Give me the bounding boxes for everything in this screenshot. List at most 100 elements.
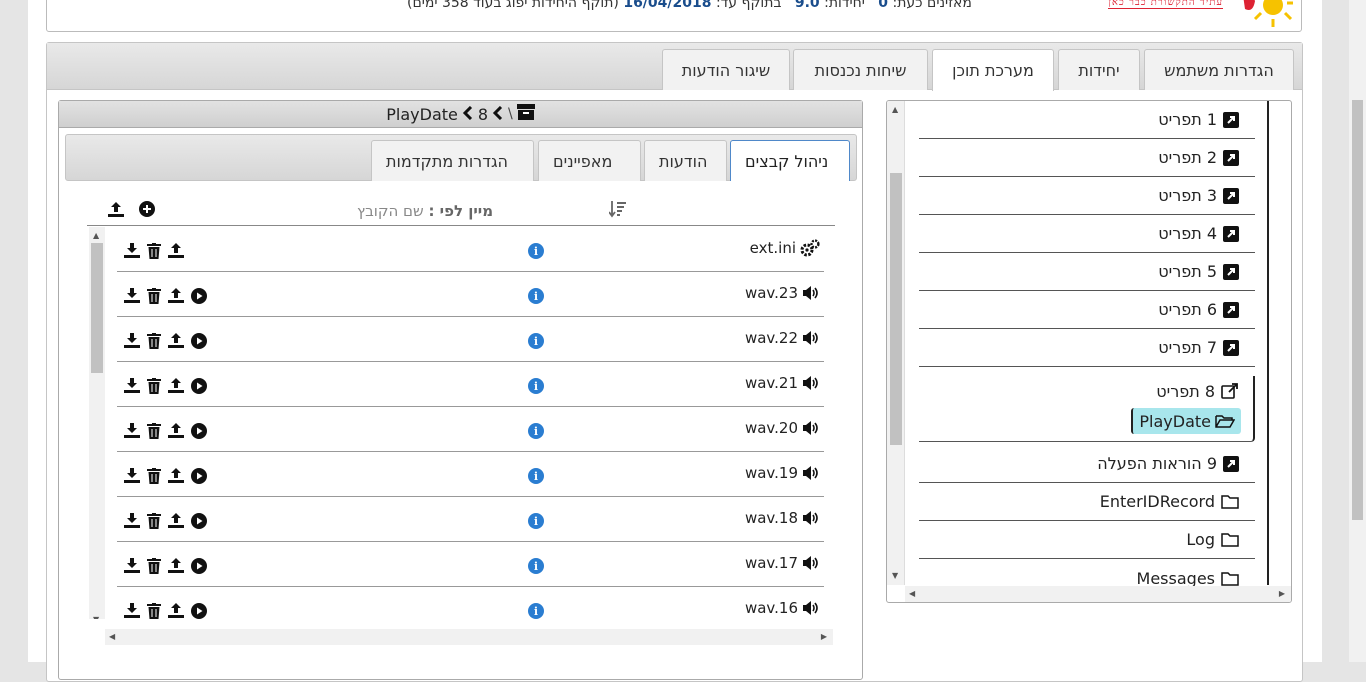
- info-icon[interactable]: i: [528, 423, 544, 439]
- tree-item-menu-5[interactable]: 5 תפריט: [919, 253, 1255, 291]
- file-name[interactable]: wav.19: [745, 464, 820, 482]
- play-icon[interactable]: [191, 557, 207, 574]
- upload-icon[interactable]: [167, 557, 185, 574]
- download-icon[interactable]: [123, 422, 141, 439]
- trash-icon[interactable]: [147, 467, 161, 484]
- file-row[interactable]: wav.22 i: [117, 317, 824, 362]
- file-name[interactable]: wav.23: [745, 284, 820, 302]
- upload-icon[interactable]: [167, 287, 185, 304]
- tab-units[interactable]: יחידות: [1058, 49, 1140, 90]
- tree-item-menu-8[interactable]: 8 תפריט: [1156, 378, 1239, 404]
- download-icon[interactable]: [123, 467, 141, 484]
- tree-item-menu-6[interactable]: 6 תפריט: [919, 291, 1255, 329]
- download-icon[interactable]: [123, 512, 141, 529]
- trash-icon[interactable]: [147, 242, 161, 259]
- trash-icon[interactable]: [147, 422, 161, 439]
- upload-icon[interactable]: [167, 377, 185, 394]
- file-row[interactable]: wav.23 i: [117, 272, 824, 317]
- play-icon[interactable]: [191, 512, 207, 529]
- file-row[interactable]: wav.17 i: [117, 542, 824, 587]
- tab-properties[interactable]: מאפיינים: [538, 140, 641, 181]
- page-scroll-thumb[interactable]: [1352, 100, 1363, 520]
- info-icon[interactable]: i: [528, 558, 544, 574]
- download-icon[interactable]: [123, 242, 141, 259]
- file-name[interactable]: wav.16: [745, 599, 820, 617]
- play-icon[interactable]: [191, 287, 207, 304]
- upload-button[interactable]: [107, 200, 125, 222]
- tab-incoming-calls[interactable]: שיחות נכנסות: [793, 49, 928, 90]
- file-row[interactable]: wav.20 i: [117, 407, 824, 452]
- download-icon[interactable]: [123, 287, 141, 304]
- download-icon[interactable]: [123, 332, 141, 349]
- scroll-right-arrow-icon[interactable]: ▶: [821, 632, 827, 641]
- upload-icon[interactable]: [167, 332, 185, 349]
- tab-messages[interactable]: הודעות: [644, 140, 727, 181]
- file-name[interactable]: wav.20: [745, 419, 820, 437]
- tree-item-menu-9[interactable]: 9 הוראות הפעלה: [919, 445, 1255, 483]
- scroll-left-arrow-icon[interactable]: ◀: [909, 589, 915, 598]
- info-icon[interactable]: i: [528, 378, 544, 394]
- tree-item-menu-1[interactable]: 1 תפריט: [919, 101, 1255, 139]
- tree-item-menu-3[interactable]: 3 תפריט: [919, 177, 1255, 215]
- play-icon[interactable]: [191, 467, 207, 484]
- scroll-right-arrow-icon[interactable]: ▶: [1279, 589, 1285, 598]
- info-icon[interactable]: i: [528, 513, 544, 529]
- trash-icon[interactable]: [147, 332, 161, 349]
- info-icon[interactable]: i: [528, 288, 544, 304]
- play-icon[interactable]: [191, 422, 207, 439]
- tab-content-system[interactable]: מערכת תוכן: [932, 49, 1054, 91]
- upload-icon[interactable]: [167, 242, 185, 259]
- download-icon[interactable]: [123, 602, 141, 619]
- tree-item-enteridrecord[interactable]: EnterIDRecord: [919, 483, 1255, 521]
- sort-order-icon[interactable]: [608, 200, 627, 222]
- scroll-up-arrow-icon[interactable]: ▲: [93, 231, 99, 240]
- upload-icon[interactable]: [167, 467, 185, 484]
- play-icon[interactable]: [191, 332, 207, 349]
- scroll-down-arrow-icon[interactable]: ▼: [892, 571, 898, 580]
- file-name[interactable]: wav.17: [745, 554, 820, 572]
- tree-vertical-scrollbar[interactable]: ▲ ▼: [887, 101, 905, 585]
- file-row[interactable]: wav.19 i: [117, 452, 824, 497]
- tree-item-log[interactable]: Log: [919, 521, 1255, 559]
- info-icon[interactable]: i: [528, 333, 544, 349]
- download-icon[interactable]: [123, 377, 141, 394]
- play-icon[interactable]: [191, 377, 207, 394]
- trash-icon[interactable]: [147, 557, 161, 574]
- upload-icon[interactable]: [167, 422, 185, 439]
- path-root[interactable]: \: [508, 106, 513, 122]
- tab-advanced-settings[interactable]: הגדרות מתקדמות: [371, 140, 534, 181]
- page-vertical-scrollbar[interactable]: [1349, 0, 1366, 662]
- info-icon[interactable]: i: [528, 243, 544, 259]
- file-name[interactable]: wav.18: [745, 509, 820, 527]
- tree-scroll-thumb[interactable]: [890, 173, 902, 445]
- file-name[interactable]: ext.ini: [750, 239, 820, 257]
- path-folder[interactable]: 8: [478, 105, 488, 124]
- file-list-horizontal-scrollbar[interactable]: ◀ ▶: [105, 629, 833, 645]
- tree-item-menu-2[interactable]: 2 תפריט: [919, 139, 1255, 177]
- info-icon[interactable]: i: [528, 603, 544, 619]
- archive-icon[interactable]: [516, 104, 535, 124]
- tree-item-menu-4[interactable]: 4 תפריט: [919, 215, 1255, 253]
- trash-icon[interactable]: [147, 602, 161, 619]
- file-list[interactable]: ▲ ▼ ext.ini i wav.23 i wav.22 i wav.21 i wav.20 i…: [89, 227, 834, 619]
- download-icon[interactable]: [123, 557, 141, 574]
- tree-horizontal-scrollbar[interactable]: ◀ ▶: [905, 586, 1291, 602]
- file-row[interactable]: wav.21 i: [117, 362, 824, 407]
- trash-icon[interactable]: [147, 287, 161, 304]
- content-tree[interactable]: ▲ ▼ 1 תפריט 2 תפריט 3 תפריט 4 תפריט 5 תפ…: [886, 100, 1292, 603]
- upload-icon[interactable]: [167, 602, 185, 619]
- tab-file-management[interactable]: ניהול קבצים: [730, 140, 850, 181]
- file-row[interactable]: wav.18 i: [117, 497, 824, 542]
- file-name[interactable]: wav.22: [745, 329, 820, 347]
- scroll-down-arrow-icon[interactable]: ▼: [93, 615, 99, 619]
- trash-icon[interactable]: [147, 512, 161, 529]
- tree-item-menu-7[interactable]: 7 תפריט: [919, 329, 1255, 367]
- tab-user-settings[interactable]: הגדרות משתמש: [1144, 49, 1294, 90]
- file-row[interactable]: wav.16 i: [117, 587, 824, 619]
- file-list-vertical-scrollbar[interactable]: ▲ ▼: [89, 227, 105, 619]
- upload-icon[interactable]: [167, 512, 185, 529]
- file-list-scroll-thumb[interactable]: [91, 243, 103, 373]
- trash-icon[interactable]: [147, 377, 161, 394]
- play-icon[interactable]: [191, 602, 207, 619]
- tree-item-playdate-selected[interactable]: PlayDate: [1131, 408, 1241, 434]
